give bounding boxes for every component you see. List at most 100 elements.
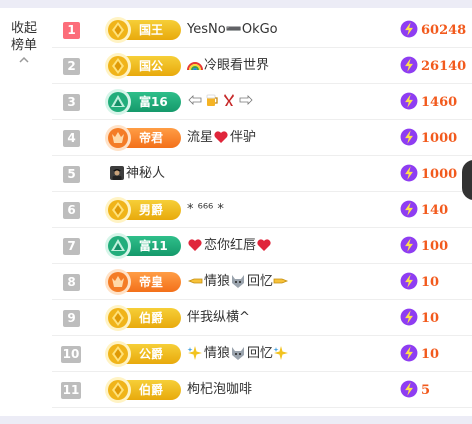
rank-number: 6 bbox=[63, 202, 80, 219]
user-name[interactable]: 伴我纵横^ bbox=[187, 300, 250, 336]
rank-number: 1 bbox=[63, 22, 80, 39]
score-value: 100 bbox=[421, 238, 449, 254]
score-value: 60248 bbox=[421, 22, 467, 38]
badge-emblem-icon bbox=[105, 269, 131, 295]
level-badge: 帝皇 bbox=[105, 269, 181, 295]
badge-emblem-icon bbox=[105, 341, 131, 367]
score-value: 1460 bbox=[421, 94, 458, 110]
level-badge: 富11 bbox=[105, 233, 181, 259]
badge-label: 国公 bbox=[139, 59, 164, 73]
user-name-text: 伴我纵横^ bbox=[187, 310, 250, 325]
hand-right-icon bbox=[239, 95, 253, 105]
ranking-row[interactable]: 11 伯爵 枸杞泡咖啡 5 bbox=[52, 372, 472, 408]
lightning-icon bbox=[400, 92, 418, 110]
user-name[interactable]: 情狼 回忆 bbox=[187, 336, 290, 372]
user-name-text: 伴驴 bbox=[230, 130, 257, 145]
level-badge: 伯爵 bbox=[105, 377, 181, 403]
ranking-row[interactable]: 5 神秘人 1000 bbox=[52, 156, 472, 192]
score: 60248 bbox=[400, 12, 466, 48]
ranking-row[interactable]: 6 男爵 * ⁶⁶⁶ * 140 bbox=[52, 192, 472, 228]
score-value: 140 bbox=[421, 202, 449, 218]
wolf-icon bbox=[232, 274, 245, 288]
lightning-icon bbox=[400, 200, 418, 218]
badge-emblem-icon bbox=[105, 17, 131, 43]
badge-emblem-icon bbox=[105, 197, 131, 223]
level-badge: 公爵 bbox=[105, 341, 181, 367]
ranking-row[interactable]: 1 国王 YesNo➖OkGo 60248 bbox=[52, 12, 472, 48]
sparkle-icon bbox=[187, 345, 202, 360]
sparkle-icon bbox=[273, 345, 289, 360]
user-name-text: 神秘人 bbox=[126, 166, 166, 181]
level-badge: 国公 bbox=[105, 53, 181, 79]
score-value: 1000 bbox=[421, 130, 458, 146]
user-name[interactable]: 恋你红唇 bbox=[187, 228, 273, 264]
score-value: 10 bbox=[421, 346, 440, 362]
level-badge: 男爵 bbox=[105, 197, 181, 223]
side-drawer-handle[interactable] bbox=[462, 160, 472, 200]
user-name[interactable]: 枸杞泡咖啡 bbox=[187, 372, 252, 408]
user-name[interactable]: YesNo➖OkGo bbox=[187, 12, 278, 48]
rank-number: 2 bbox=[63, 58, 80, 75]
score-value: 5 bbox=[421, 382, 431, 398]
ranking-row[interactable]: 4 帝君 流星 伴驴 1000 bbox=[52, 120, 472, 156]
ribbon-icon bbox=[224, 94, 234, 106]
score-value: 10 bbox=[421, 310, 440, 326]
user-name[interactable] bbox=[187, 84, 255, 120]
user-name[interactable]: 冷眼看世界 bbox=[187, 48, 269, 84]
lightning-icon bbox=[400, 380, 418, 398]
level-badge: 帝君 bbox=[105, 125, 181, 151]
user-name[interactable]: * ⁶⁶⁶ * bbox=[187, 192, 224, 228]
level-badge: 国王 bbox=[105, 17, 181, 43]
user-name-text: 恋你红唇 bbox=[204, 238, 257, 253]
badge-label: 富11 bbox=[139, 239, 168, 253]
score: 10 bbox=[400, 264, 439, 300]
user-name[interactable]: 神秘人 bbox=[109, 156, 165, 192]
heart-icon bbox=[257, 238, 271, 251]
wolf-icon bbox=[232, 346, 245, 360]
badge-label: 伯爵 bbox=[139, 383, 164, 397]
rank-number: 4 bbox=[63, 130, 80, 147]
lightning-icon bbox=[400, 308, 418, 326]
bottom-bar bbox=[0, 416, 472, 424]
user-name-text: 流星 bbox=[187, 130, 214, 145]
ranking-list: 1 国王 YesNo➖OkGo 60248 2 国公 冷眼看世界 26140 3 富16 1460 4… bbox=[52, 12, 472, 416]
score: 140 bbox=[400, 192, 448, 228]
user-name[interactable]: 流星 伴驴 bbox=[187, 120, 256, 156]
hand-left-icon bbox=[188, 95, 202, 105]
lightning-icon bbox=[400, 128, 418, 146]
collapse-ranking-button[interactable]: 收起榜单 bbox=[0, 8, 48, 78]
lightning-icon bbox=[400, 272, 418, 290]
level-badge: 富16 bbox=[105, 89, 181, 115]
ranking-row[interactable]: 2 国公 冷眼看世界 26140 bbox=[52, 48, 472, 84]
ranking-row[interactable]: 10 公爵 情狼 回忆 10 bbox=[52, 336, 472, 372]
ranking-row[interactable]: 8 帝皇 情狼 回忆 10 bbox=[52, 264, 472, 300]
mystery-avatar-icon bbox=[110, 165, 124, 180]
badge-label: 国王 bbox=[139, 23, 164, 37]
ranking-row[interactable]: 3 富16 1460 bbox=[52, 84, 472, 120]
user-name-text: * ⁶⁶⁶ * bbox=[187, 202, 224, 217]
badge-emblem-icon bbox=[105, 305, 131, 331]
badge-emblem-icon bbox=[105, 233, 131, 259]
level-badge: 伯爵 bbox=[105, 305, 181, 331]
user-name-text: 回忆 bbox=[247, 346, 274, 361]
score: 1000 bbox=[400, 156, 457, 192]
score: 1000 bbox=[400, 120, 457, 156]
lightning-icon bbox=[400, 20, 418, 38]
top-bar bbox=[0, 0, 472, 8]
badge-label: 伯爵 bbox=[139, 311, 164, 325]
rainbow-icon bbox=[187, 61, 203, 70]
rank-number: 9 bbox=[63, 310, 80, 327]
score-value: 10 bbox=[421, 274, 440, 290]
badge-emblem-icon bbox=[105, 377, 131, 403]
lightning-icon bbox=[400, 344, 418, 362]
ranking-row[interactable]: 9 伯爵 伴我纵横^ 10 bbox=[52, 300, 472, 336]
ranking-row[interactable]: 7 富11 恋你红唇 100 bbox=[52, 228, 472, 264]
rank-number: 5 bbox=[63, 166, 80, 183]
user-name-text: YesNo➖OkGo bbox=[187, 22, 278, 37]
score: 10 bbox=[400, 336, 439, 372]
user-name-text: 冷眼看世界 bbox=[204, 58, 270, 73]
score-value: 1000 bbox=[421, 166, 458, 182]
user-name[interactable]: 情狼 回忆 bbox=[187, 264, 290, 300]
ranking-panel: 收起榜单 1 国王 YesNo➖OkGo 60248 2 国公 冷眼看世界 26140 3 富16… bbox=[0, 0, 472, 424]
point-right-icon bbox=[273, 278, 289, 283]
